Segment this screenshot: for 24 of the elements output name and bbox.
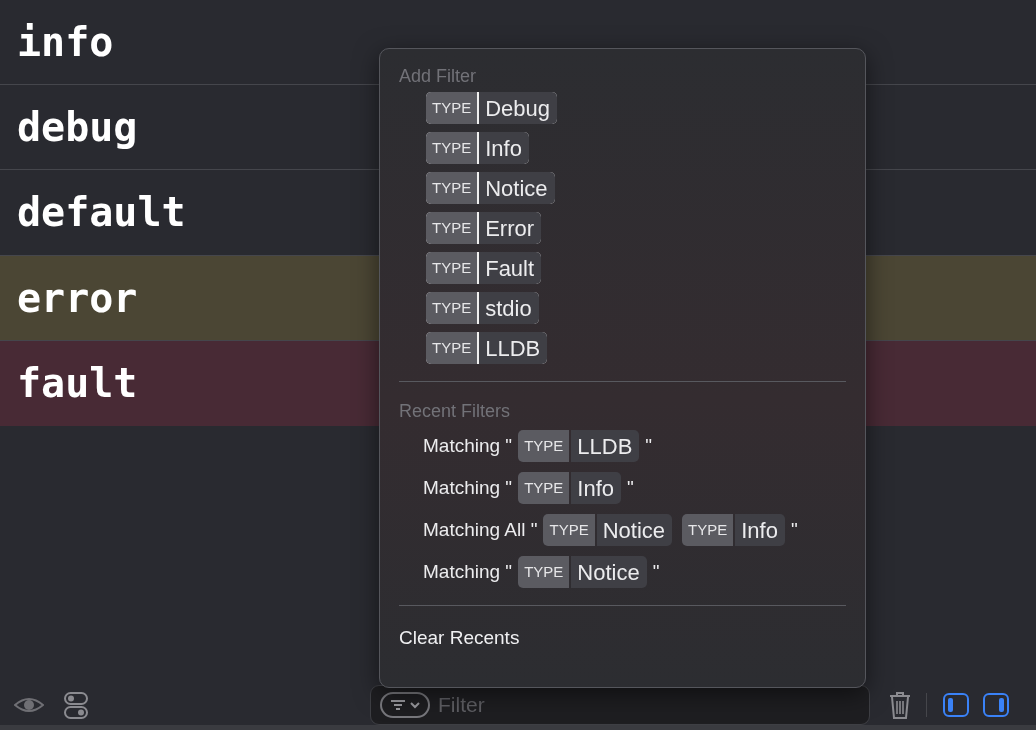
type-filter-option[interactable]: TYPE Debug — [426, 92, 558, 124]
type-filter-option[interactable]: TYPE stdio — [426, 292, 539, 324]
type-filter-option[interactable]: TYPE Error — [426, 212, 542, 244]
clear-recents-button[interactable]: Clear Recents — [399, 624, 520, 653]
log-message: fault — [17, 363, 138, 404]
right-panel-toggle[interactable] — [983, 693, 1009, 717]
section-heading: Recent Filters — [399, 400, 512, 422]
recent-filter-item[interactable]: Matching All " TYPE Notice TYPE Info " — [423, 514, 846, 546]
recent-filter-item[interactable]: Matching " TYPE LLDB " — [423, 430, 846, 462]
trash-icon[interactable] — [888, 691, 912, 719]
log-message: debug — [17, 107, 138, 148]
toggle-icon[interactable] — [64, 691, 88, 719]
section-heading: Add Filter — [399, 65, 478, 87]
log-message: default — [17, 192, 186, 233]
recent-filter-item[interactable]: Matching " TYPE Notice " — [423, 556, 846, 588]
type-filter-option[interactable]: TYPE Info — [426, 132, 529, 164]
left-panel-toggle[interactable] — [943, 693, 969, 717]
filter-options-icon[interactable] — [380, 692, 430, 718]
type-filter-option[interactable]: TYPE LLDB — [426, 332, 548, 364]
type-filter-option[interactable]: TYPE Fault — [426, 252, 542, 284]
log-message: error — [17, 277, 138, 318]
log-message: info — [17, 22, 114, 63]
recent-filter-item[interactable]: Matching " TYPE Info " — [423, 472, 846, 504]
type-filter-option[interactable]: TYPE Notice — [426, 172, 555, 204]
